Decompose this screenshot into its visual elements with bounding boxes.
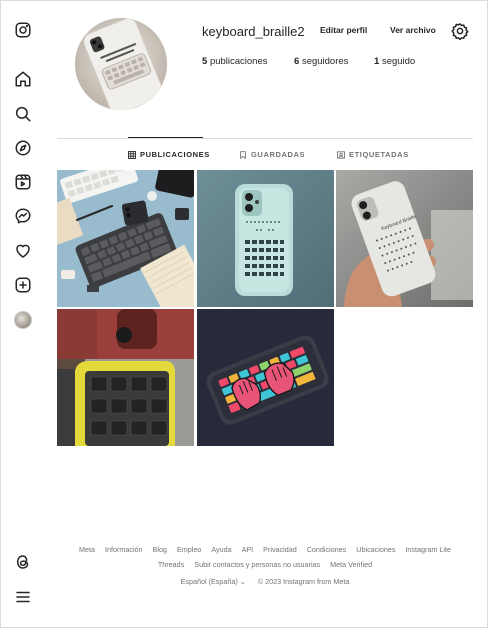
- posts-count-stat: 5 publicaciones: [202, 56, 268, 67]
- post-thumbnail-2[interactable]: [197, 170, 334, 307]
- explore-icon[interactable]: [12, 137, 34, 159]
- language-label: Español (España): [180, 577, 238, 586]
- post-thumbnail-3[interactable]: Keyboard Braille: [336, 170, 473, 307]
- home-icon[interactable]: [12, 68, 34, 90]
- footer-bottom: Español (España) ⌄ © 2023 Instagram from…: [57, 577, 473, 586]
- following-count: 1: [374, 56, 380, 67]
- threads-icon[interactable]: [12, 551, 34, 573]
- tagged-icon: [337, 150, 345, 159]
- footer-link[interactable]: Meta Verified: [330, 560, 372, 569]
- post-image: [197, 309, 334, 446]
- footer-link[interactable]: API: [242, 545, 254, 554]
- post-image: [57, 170, 194, 307]
- sidebar: [0, 0, 46, 628]
- following-stat[interactable]: 1 seguido: [374, 56, 415, 67]
- language-selector[interactable]: Español (España) ⌄: [181, 577, 246, 586]
- active-tab-indicator: [128, 137, 203, 138]
- footer-link[interactable]: Privacidad: [263, 545, 297, 554]
- view-archive-button[interactable]: Ver archivo: [390, 25, 436, 35]
- post-image: [57, 309, 194, 446]
- copyright: © 2023 Instagram from Meta: [257, 577, 350, 586]
- tab-posts-label: PUBLICACIONES: [140, 150, 210, 159]
- post-thumbnail-4[interactable]: [57, 309, 194, 446]
- footer-link[interactable]: Empleo: [177, 545, 201, 554]
- following-label: seguido: [381, 56, 416, 67]
- tab-posts[interactable]: PUBLICACIONES: [128, 150, 210, 159]
- post-thumbnail-1[interactable]: [57, 170, 194, 307]
- footer-link[interactable]: Meta: [79, 545, 95, 554]
- footer-link[interactable]: Instagram Lite: [405, 545, 451, 554]
- chevron-down-icon: ⌄: [239, 577, 246, 586]
- settings-gear-icon[interactable]: [451, 22, 469, 41]
- footer-links: Meta Información Blog Empleo Ayuda API P…: [57, 542, 473, 572]
- footer-link[interactable]: Información: [105, 545, 143, 554]
- tab-tagged[interactable]: ETIQUETADAS: [337, 150, 409, 159]
- reels-icon[interactable]: [12, 171, 34, 193]
- posts-count: 5: [202, 56, 208, 67]
- menu-icon[interactable]: [12, 586, 34, 608]
- footer-link[interactable]: Threads: [158, 560, 184, 569]
- followers-count: 6: [294, 56, 300, 67]
- edit-profile-button[interactable]: Editar perfil: [320, 25, 367, 35]
- avatar: [14, 311, 32, 329]
- tab-saved[interactable]: GUARDADAS: [239, 150, 305, 159]
- footer-link[interactable]: Ubicaciones: [356, 545, 395, 554]
- profile-picture[interactable]: [75, 18, 167, 110]
- post-image: [197, 170, 334, 307]
- profile-picture-image: [75, 18, 167, 110]
- create-icon[interactable]: [12, 274, 34, 296]
- footer-link[interactable]: Condiciones: [307, 545, 347, 554]
- instagram-logo-icon[interactable]: [12, 19, 34, 41]
- post-image: Keyboard Braille: [336, 170, 473, 307]
- footer-link[interactable]: Subir contactos y personas no usuarias: [194, 560, 320, 569]
- search-icon[interactable]: [12, 103, 34, 125]
- post-thumbnail-5[interactable]: [197, 309, 334, 446]
- footer-link[interactable]: Blog: [153, 545, 167, 554]
- tab-saved-label: GUARDADAS: [251, 150, 306, 159]
- grid-icon: [128, 150, 136, 159]
- messenger-icon[interactable]: [12, 205, 34, 227]
- heart-icon[interactable]: [12, 240, 34, 262]
- followers-stat[interactable]: 6 seguidores: [294, 56, 348, 67]
- tab-tagged-label: ETIQUETADAS: [349, 150, 409, 159]
- username: keyboard_braille2: [202, 24, 305, 39]
- followers-label: seguidores: [301, 56, 349, 67]
- profile-avatar[interactable]: [12, 309, 34, 331]
- footer-link[interactable]: Ayuda: [211, 545, 231, 554]
- posts-label: publicaciones: [209, 56, 268, 67]
- tabs-divider: [57, 138, 473, 139]
- bookmark-icon: [240, 150, 246, 159]
